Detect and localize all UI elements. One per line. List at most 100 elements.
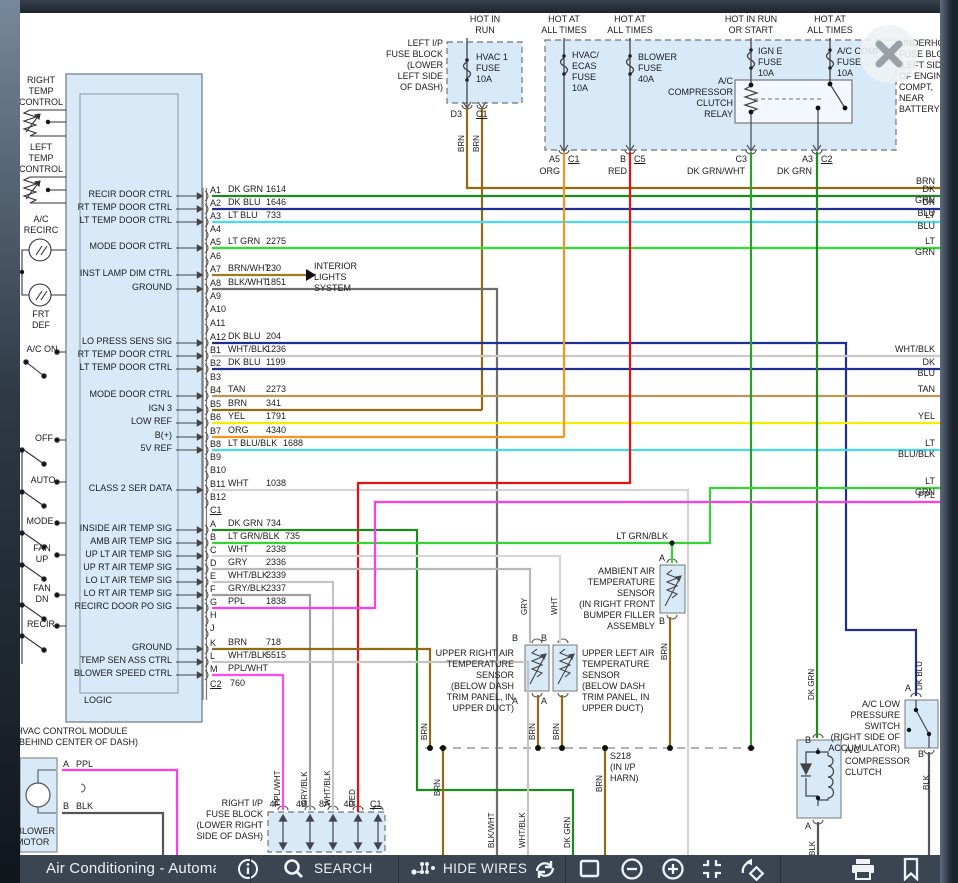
signal-label: LO PRESS SENS SIG [82, 336, 172, 347]
wiring-diagram-canvas[interactable]: HOT IN RUNHOT AT ALL TIMESHOT AT ALL TIM… [0, 0, 958, 883]
connector-pin-label: A [210, 519, 216, 530]
wire-exit-label: WHT/BLK [895, 344, 935, 355]
info-icon [236, 857, 260, 881]
hide-wires-button[interactable]: HIDE WIRES [410, 855, 527, 883]
wire-color-label: WHT [228, 478, 249, 489]
diagram-label: A/C COMPRESSOR CLUTCH [845, 745, 910, 778]
selection-box-icon [578, 857, 602, 881]
wire-color-label: WHT/BLK [228, 650, 268, 661]
wire-circuit-number: 1646 [266, 197, 286, 208]
wire-color-label: GRY/BLK [228, 583, 267, 594]
diagram-label: HOT AT ALL TIMES [807, 14, 853, 36]
diagram-label: PPL [76, 759, 93, 770]
connector-pin-label: B1 [210, 345, 221, 356]
signal-label: LT TEMP DOOR CTRL [80, 215, 172, 226]
diagram-label: BRN [552, 723, 562, 740]
diagram-label: RED [348, 789, 358, 806]
connector-pin-label: A5 [210, 237, 221, 248]
diagram-title[interactable]: Air Conditioning - Automa... [46, 855, 216, 883]
diagram-label: RECIR [27, 619, 55, 630]
signal-label: AMB AIR TEMP SIG [90, 536, 172, 547]
connector-pin-label: F [210, 584, 216, 595]
wire-color-label: WHT [228, 544, 249, 555]
wire-circuit-number: 4340 [266, 425, 286, 436]
diagram-label: A [905, 683, 911, 694]
zoom-in-button[interactable] [661, 855, 685, 883]
rotate-button[interactable] [739, 855, 765, 883]
wire-circuit-number: 718 [266, 637, 281, 648]
toolbar-divider [780, 855, 781, 883]
wire-circuit-number: 734 [266, 518, 281, 529]
connector-pin-label: A11 [210, 318, 225, 329]
diagram-label: BRN [595, 775, 605, 792]
zoom-out-icon [620, 857, 644, 881]
diagram-label: A3 [802, 154, 813, 165]
connector-pin-label: B2 [210, 358, 221, 369]
signal-label: LO LT AIR TEMP SIG [86, 575, 172, 586]
wire-circuit-number: 1838 [266, 596, 286, 607]
diagram-label: A [659, 553, 665, 564]
diagram-label: BRN [528, 723, 538, 740]
connector-pin-label: B4 [210, 385, 221, 396]
wire-circuit-number: 5515 [266, 650, 286, 661]
diagram-label: HOT AT ALL TIMES [607, 14, 653, 36]
selection-box-button[interactable] [578, 855, 602, 883]
diagram-label: WHT/BLK [323, 770, 333, 806]
diagram-label: FRT DEF [32, 309, 50, 331]
diagram-label: GRY [520, 598, 530, 615]
diagram-label: DK GRN/WHT [687, 166, 745, 177]
diagram-label: DK GRN [563, 817, 573, 848]
connector-pin-label: B6 [210, 412, 221, 423]
connector-pin-label: B5 [210, 399, 221, 410]
diagram-label: WHT/BLK [518, 812, 528, 848]
connector-pin-label: B [210, 532, 216, 543]
wire-color-label: TAN [228, 384, 245, 395]
diagram-label: B [63, 801, 69, 812]
diagram-label: UPPER LEFT AIR TEMPERATURE SENSOR (BELOW… [582, 648, 654, 714]
connector-pin-label: A4 [210, 224, 221, 235]
bottom-toolbar: Air Conditioning - Automa... SEARCH [20, 855, 958, 883]
signal-label: RECIR DOOR CTRL [88, 189, 172, 200]
bookmark-button[interactable] [900, 855, 922, 883]
connector-pin-label: B7 [210, 426, 221, 437]
wire-color-label: LT BLU [228, 210, 258, 221]
close-button[interactable] [860, 25, 918, 83]
diagram-label: GRY/BLK [300, 771, 310, 806]
diagram-label: BLK [76, 801, 93, 812]
bookmark-icon [900, 857, 922, 881]
zoom-out-button[interactable] [620, 855, 644, 883]
wire-color-label: DK BLU [228, 331, 261, 342]
wire-circuit-number: 2273 [266, 384, 286, 395]
diagram-label: LEFT I/P FUSE BLOCK (LOWER LEFT SIDE OF … [386, 38, 443, 93]
info-button[interactable] [236, 855, 260, 883]
diagram-label: MODE [27, 516, 54, 527]
signal-label: B(+) [155, 430, 172, 441]
diagram-label: B [541, 633, 547, 644]
refresh-button[interactable] [532, 855, 558, 883]
connector-pin-label: A12 [210, 332, 226, 343]
diagram-label: D3 [450, 109, 462, 120]
connector-pin-label: B11 [210, 479, 225, 490]
search-button[interactable]: SEARCH [282, 855, 373, 883]
wire-color-label: YEL [228, 411, 245, 422]
wire-circuit-number: 2339 [266, 570, 286, 581]
connector-pin-label: B9 [210, 452, 221, 463]
diagram-label: BLOWER MOTOR [16, 826, 55, 848]
wire-color-label: LT GRN [228, 236, 260, 247]
wire-color-label: BLK/WHT [228, 277, 268, 288]
diagram-label: C1 [370, 799, 382, 810]
diagram-label: C3 [735, 154, 747, 165]
signal-label: GROUND [132, 642, 172, 653]
wire-exit-label: LT GRN [912, 236, 935, 258]
signal-label: RT TEMP DOOR CTRL [78, 202, 172, 213]
signal-label: CLASS 2 SER DATA [89, 483, 172, 494]
wire-color-label: WHT/BLK [228, 570, 268, 581]
diagram-label: HVAC CONTROL MODULE (BEHIND CENTER OF DA… [16, 726, 138, 748]
fit-to-screen-button[interactable] [700, 855, 724, 883]
diagram-label: INTERIOR LIGHTS SYSTEM [314, 261, 357, 294]
wire-exit-label: LT BLU/BLK [898, 438, 935, 460]
signal-label: LO RT AIR TEMP SIG [84, 588, 172, 599]
wire-circuit-number: 1851 [266, 277, 286, 288]
diagram-label: S218 (IN I/P HARN) [610, 751, 639, 784]
print-button[interactable] [850, 855, 876, 883]
